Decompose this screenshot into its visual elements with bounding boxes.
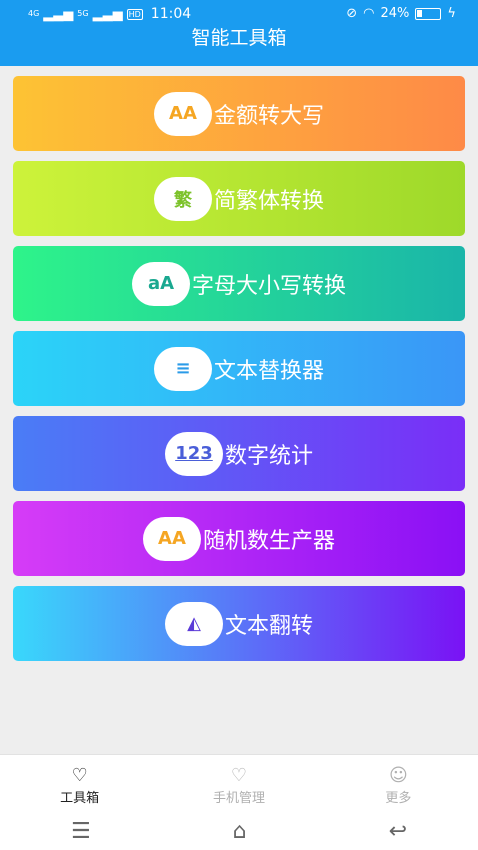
status-bar: 4G ▂▃▅ 5G ▂▃▅ HD 11:04 ⊘ ◠ 24% ϟ xyxy=(0,0,478,28)
tool-letter-case[interactable]: aA 字母大小写转换 xyxy=(13,246,465,321)
battery-percent: 24% xyxy=(380,6,410,21)
heart-plus-icon: ♡ xyxy=(230,765,248,786)
tool-label: 简繁体转换 xyxy=(213,188,324,214)
tool-label: 文本翻转 xyxy=(224,613,313,639)
home-icon[interactable]: ⌂ xyxy=(233,819,247,844)
tab-label: 工具箱 xyxy=(60,791,100,806)
tool-text-flip[interactable]: ◭ 文本翻转 xyxy=(13,586,465,661)
letter-case-icon: aA xyxy=(131,261,190,306)
signal-5g: 5G xyxy=(77,9,89,18)
heart-plus-icon: ♡ xyxy=(71,765,88,786)
tool-amount-uppercase[interactable]: AA 金额转大写 xyxy=(13,76,465,151)
mute-icon: ⊘ xyxy=(346,6,358,21)
tab-label: 手机管理 xyxy=(212,791,265,806)
tool-label: 金额转大写 xyxy=(213,103,324,129)
document-icon: ≡ xyxy=(153,346,212,391)
charging-icon: ϟ xyxy=(447,6,456,21)
tool-label: 文本替换器 xyxy=(213,358,324,384)
bottom-tab-bar: ♡ 工具箱 ♡ 手机管理 ☺ 更多 xyxy=(0,754,478,812)
tab-more[interactable]: ☺ 更多 xyxy=(319,755,478,812)
back-icon[interactable]: ↩ xyxy=(389,819,407,844)
signal-bars-icon: ▂▃▅ xyxy=(43,6,74,22)
tab-toolbox[interactable]: ♡ 工具箱 xyxy=(0,755,159,812)
tool-simplified-traditional[interactable]: 繁 简繁体转换 xyxy=(13,161,465,236)
signal-bars-icon-2: ▂▃▅ xyxy=(92,6,123,22)
hd-badge: HD xyxy=(126,8,143,20)
tool-list: AA 金额转大写 繁 简繁体转换 aA 字母大小写转换 ≡ 文本替换器 123 … xyxy=(13,76,465,671)
tool-text-replacer[interactable]: ≡ 文本替换器 xyxy=(13,331,465,406)
flip-icon: ◭ xyxy=(164,601,223,646)
letters-icon: AA xyxy=(153,91,212,136)
wifi-icon: ◠ xyxy=(363,6,375,21)
tool-label: 数字统计 xyxy=(224,443,313,469)
tool-number-stats[interactable]: 123 数字统计 xyxy=(13,416,465,491)
tool-random-number[interactable]: AA 随机数生产器 xyxy=(13,501,465,576)
menu-icon[interactable]: ☰ xyxy=(71,819,91,844)
page-title-text: 智能工具箱 xyxy=(191,27,287,49)
battery-icon xyxy=(415,7,442,20)
page-title: 智能工具箱 xyxy=(0,28,478,66)
clock: 11:04 xyxy=(150,6,192,22)
signal-4g: 4G xyxy=(28,9,40,18)
traditional-char-icon: 繁 xyxy=(153,176,212,221)
tool-label: 随机数生产器 xyxy=(202,528,335,554)
numbers-icon: 123 xyxy=(164,431,223,476)
letters-icon: AA xyxy=(142,516,201,561)
person-icon: ☺ xyxy=(388,765,408,786)
tab-phone-manage[interactable]: ♡ 手机管理 xyxy=(159,755,318,812)
system-nav-bar: ☰ ⌂ ↩ xyxy=(0,812,478,850)
tab-label: 更多 xyxy=(385,791,412,806)
tool-label: 字母大小写转换 xyxy=(191,273,346,299)
